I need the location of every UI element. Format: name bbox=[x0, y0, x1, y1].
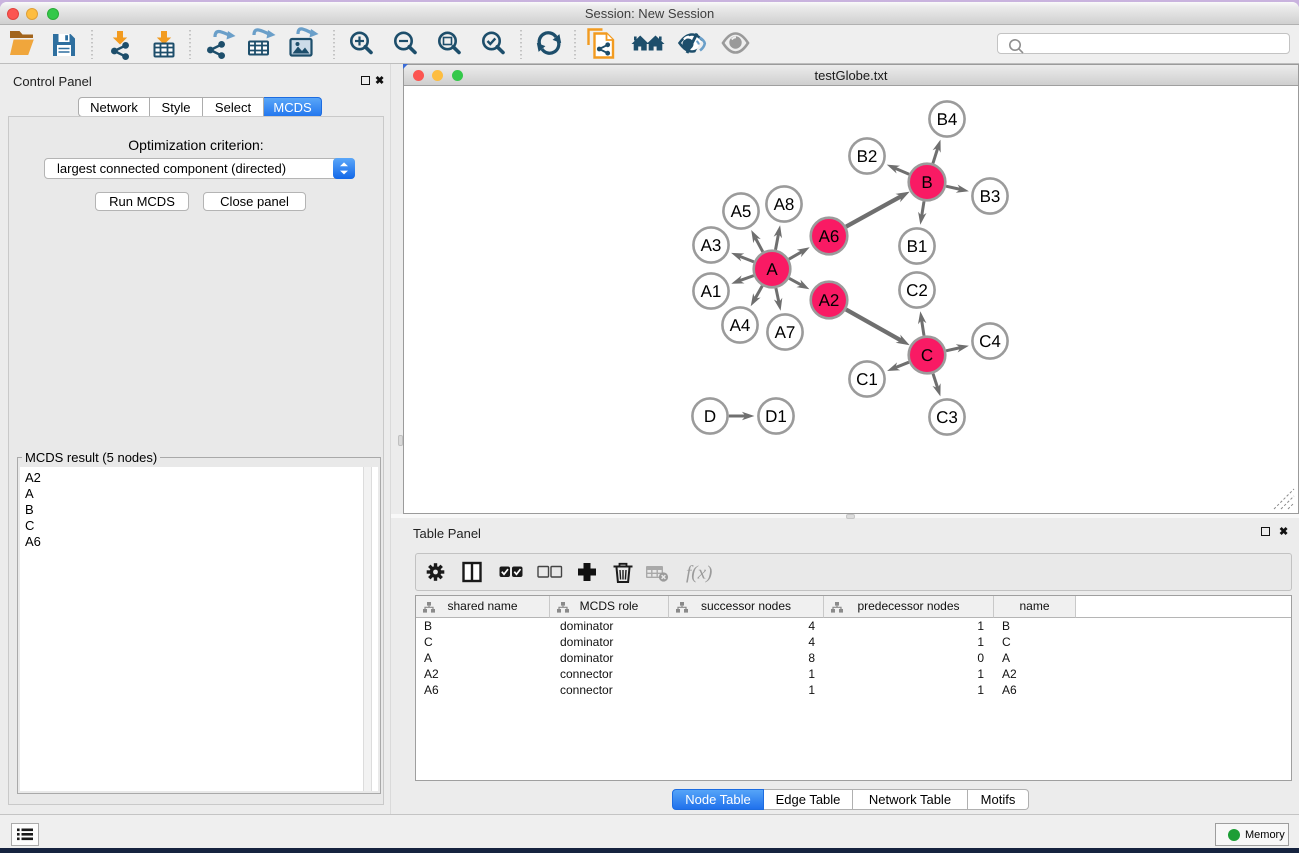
svg-text:C1: C1 bbox=[856, 370, 878, 389]
svg-text:B3: B3 bbox=[980, 187, 1001, 206]
svg-text:B: B bbox=[921, 173, 932, 192]
svg-text:A3: A3 bbox=[701, 236, 722, 255]
svg-text:B1: B1 bbox=[907, 237, 928, 256]
svg-text:A: A bbox=[766, 260, 778, 279]
svg-text:f(x): f(x) bbox=[686, 563, 712, 584]
svg-text:C4: C4 bbox=[979, 332, 1001, 351]
svg-text:C2: C2 bbox=[906, 281, 928, 300]
svg-text:D1: D1 bbox=[765, 407, 787, 426]
svg-text:D: D bbox=[704, 407, 716, 426]
svg-text:A2: A2 bbox=[819, 291, 840, 310]
svg-text:A1: A1 bbox=[701, 282, 722, 301]
svg-text:A5: A5 bbox=[731, 202, 752, 221]
svg-text:A7: A7 bbox=[775, 323, 796, 342]
svg-text:C: C bbox=[921, 346, 933, 365]
svg-text:A4: A4 bbox=[730, 316, 751, 335]
svg-text:A6: A6 bbox=[819, 227, 840, 246]
svg-text:B4: B4 bbox=[937, 110, 958, 129]
svg-text:C3: C3 bbox=[936, 408, 958, 427]
svg-text:A8: A8 bbox=[774, 195, 795, 214]
svg-text:B2: B2 bbox=[857, 147, 878, 166]
